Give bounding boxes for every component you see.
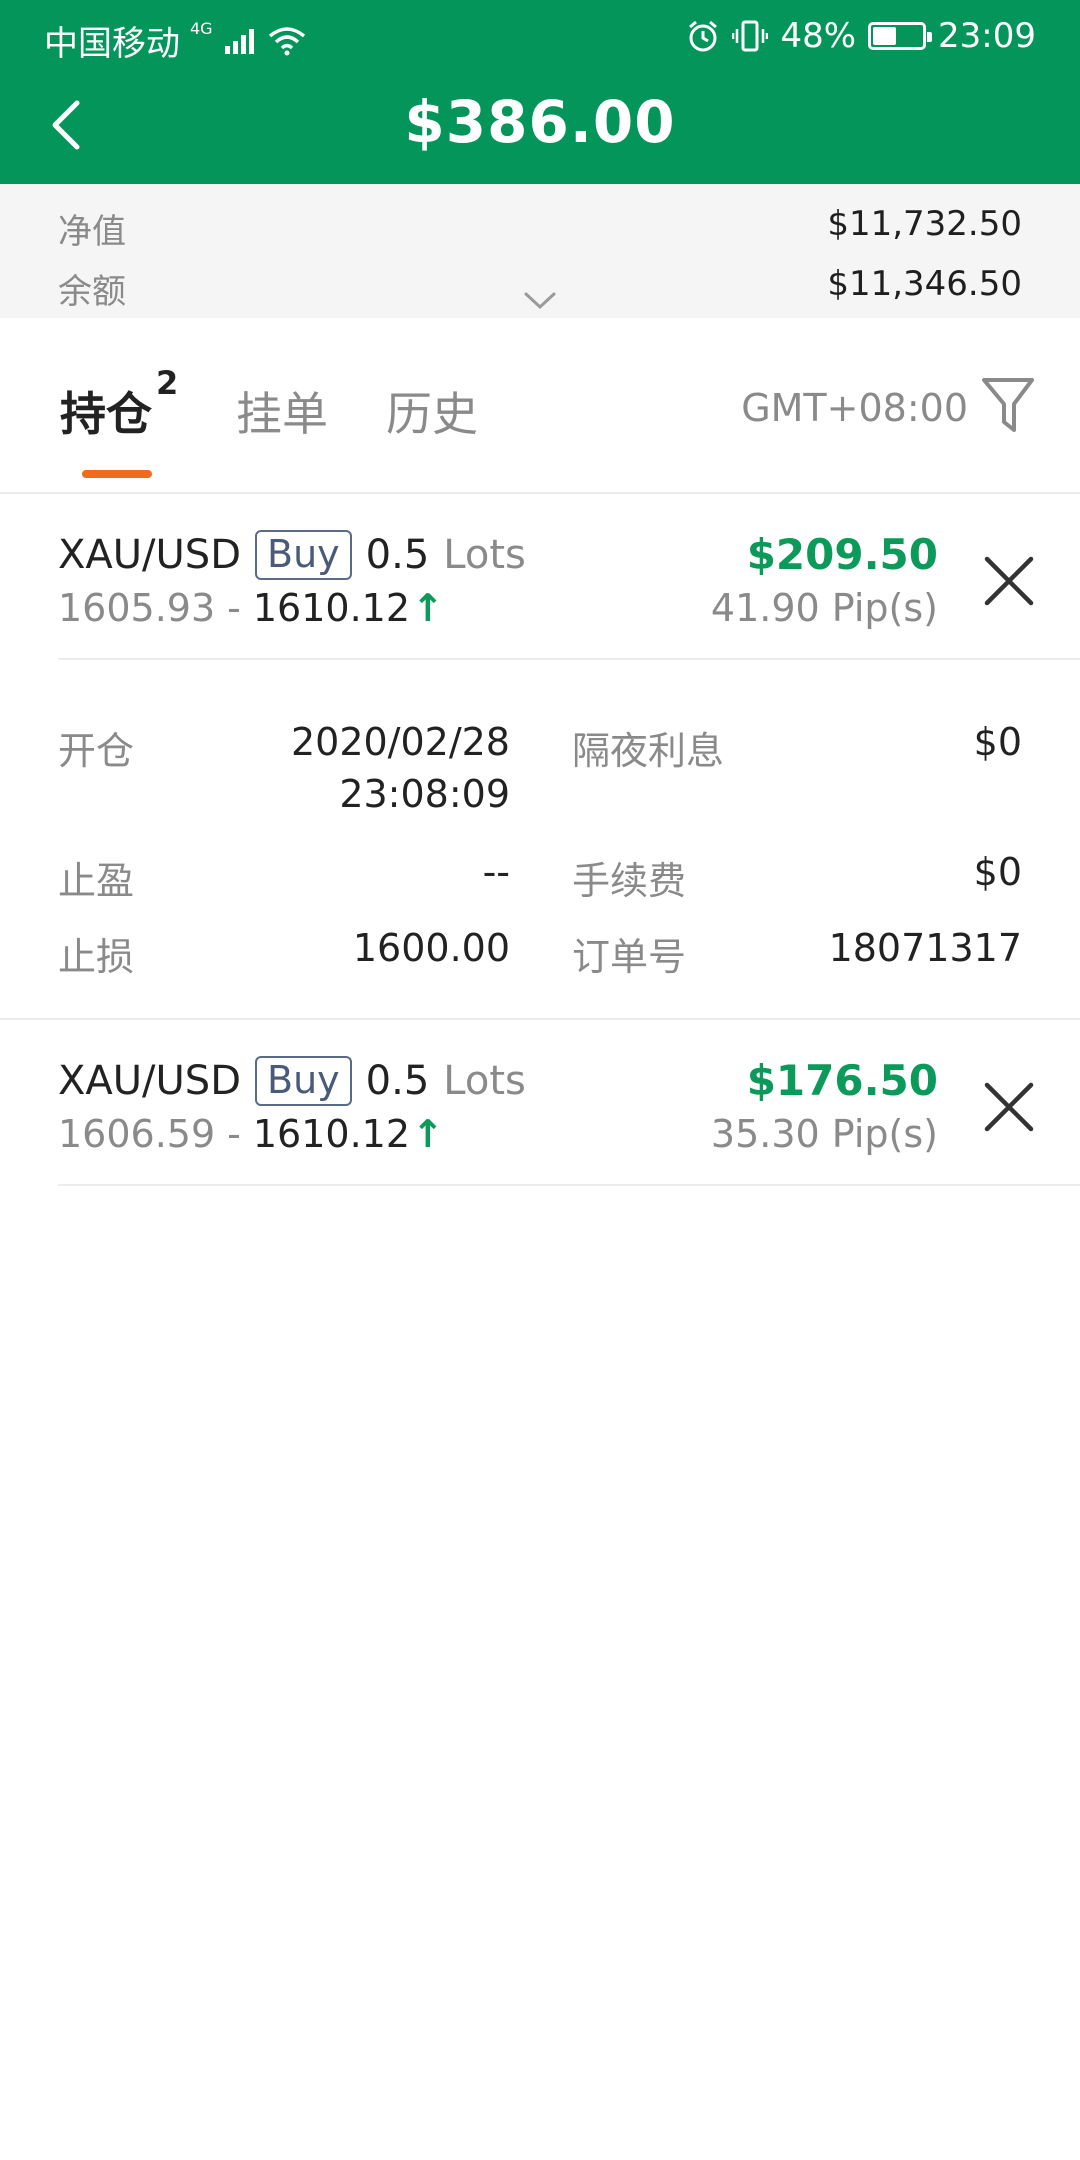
divider	[58, 1184, 1080, 1186]
price-range: 1606.59 - 1610.12 ↑	[58, 1112, 444, 1156]
active-tab-indicator	[82, 470, 152, 478]
tab-positions-count: 2	[156, 364, 179, 402]
tab-history-label: 历史	[386, 387, 478, 441]
position-details: 开仓 2020/02/28 23:08:09 隔夜利息 $0 止盈 -- 手续费…	[0, 660, 1080, 1020]
tab-positions[interactable]: 持仓2	[60, 364, 178, 444]
back-button[interactable]	[30, 90, 100, 160]
position-pips: 35.30 Pip(s)	[710, 1112, 938, 1156]
battery-icon	[868, 22, 933, 50]
timezone-label: GMT+08:00	[741, 386, 968, 430]
position-header: XAU/USD Buy 0.5 Lots	[58, 1056, 526, 1106]
close-position-button[interactable]	[982, 554, 1036, 608]
price-separator: -	[227, 1112, 241, 1156]
clock: 23:09	[938, 16, 1036, 56]
chevron-left-icon	[52, 100, 80, 150]
swap-label: 隔夜利息	[572, 729, 725, 773]
price-separator: -	[227, 586, 241, 630]
filter-icon[interactable]	[978, 372, 1038, 438]
close-position-button[interactable]	[982, 1080, 1036, 1134]
balance-value: $11,346.50	[827, 264, 1022, 304]
vibrate-icon	[732, 20, 769, 52]
battery-percent: 48%	[780, 16, 857, 56]
page-title: $386.00	[404, 88, 676, 156]
current-price: 1610.12	[252, 1112, 410, 1156]
lots-unit: Lots	[443, 531, 526, 578]
take-profit-value: --	[482, 850, 510, 894]
tab-pending-orders[interactable]: 挂单	[236, 378, 328, 444]
status-bar: 中国移动 4G 48% 23:09	[0, 0, 1080, 72]
side-badge: Buy	[255, 530, 352, 580]
open-price: 1606.59	[58, 1112, 216, 1156]
signal-icon	[224, 28, 254, 54]
order-number-value: 18071317	[828, 926, 1022, 970]
stop-loss-value: 1600.00	[352, 926, 510, 970]
position-lots: 0.5	[365, 1057, 430, 1104]
position-symbol: XAU/USD	[58, 1057, 241, 1104]
tab-positions-label: 持仓	[60, 387, 152, 441]
status-left: 中国移动 4G	[44, 16, 307, 65]
stop-loss-label: 止损	[58, 935, 135, 979]
carrier-name: 中国移动	[44, 24, 180, 64]
equity-row: 净值 $11,732.50	[58, 204, 1022, 253]
equity-label: 净值	[58, 212, 126, 252]
position-symbol: XAU/USD	[58, 531, 241, 578]
network-type: 4G	[190, 19, 213, 38]
status-right: 48% 23:09	[686, 16, 1036, 56]
alarm-icon	[689, 20, 718, 52]
fee-label: 手续费	[572, 859, 687, 903]
order-number-label: 订单号	[572, 935, 687, 979]
equity-value: $11,732.50	[827, 204, 1022, 244]
position-lots: 0.5	[365, 531, 430, 578]
open-date-value: 2020/02/28	[290, 720, 510, 764]
take-profit-label: 止盈	[58, 859, 135, 903]
wifi-icon	[268, 26, 305, 55]
position-header: XAU/USD Buy 0.5 Lots	[58, 530, 526, 580]
account-summary[interactable]: 净值 $11,732.50 余额 $11,346.50	[0, 184, 1080, 318]
open-time-label: 开仓	[58, 729, 135, 773]
open-time-value: 23:08:09	[339, 772, 510, 816]
fee-value: $0	[973, 850, 1022, 894]
position-row[interactable]: XAU/USD Buy 0.5 Lots 1606.59 - 1610.12 ↑…	[0, 1020, 1080, 1186]
lots-unit: Lots	[443, 1057, 526, 1104]
arrow-up-icon: ↑	[412, 586, 444, 630]
side-badge: Buy	[255, 1056, 352, 1106]
tab-history[interactable]: 历史	[386, 378, 478, 444]
current-price: 1610.12	[252, 586, 410, 630]
chevron-down-icon[interactable]	[522, 290, 558, 312]
app-header: 中国移动 4G 48% 23:09 $386.00	[0, 0, 1080, 184]
position-profit: $209.50	[746, 530, 938, 579]
open-price: 1605.93	[58, 586, 216, 630]
price-range: 1605.93 - 1610.12 ↑	[58, 586, 444, 630]
balance-label: 余额	[58, 272, 126, 312]
tab-pending-label: 挂单	[236, 387, 328, 441]
position-pips: 41.90 Pip(s)	[710, 586, 938, 630]
position-profit: $176.50	[746, 1056, 938, 1105]
title-bar: $386.00	[0, 72, 1080, 184]
battery-level	[873, 27, 897, 45]
position-row[interactable]: XAU/USD Buy 0.5 Lots 1605.93 - 1610.12 ↑…	[0, 494, 1080, 660]
position-tabs: 持仓2 挂单 历史 GMT+08:00	[0, 318, 1080, 494]
arrow-up-icon: ↑	[412, 1112, 444, 1156]
swap-value: $0	[973, 720, 1022, 764]
